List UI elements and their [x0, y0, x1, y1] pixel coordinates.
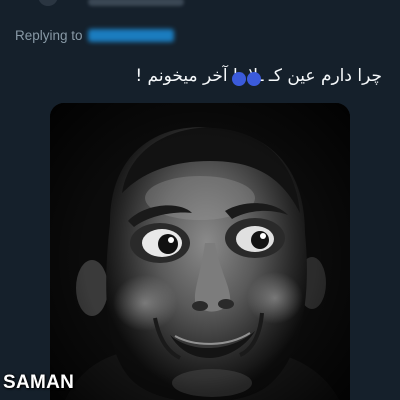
- tweet-text: چرا دارم عین کـ ـلا تا آخر میخونم !: [135, 66, 382, 86]
- tweet-media-image[interactable]: [50, 103, 350, 400]
- mention-link-blurred[interactable]: [87, 28, 174, 42]
- meme-face-image: [50, 103, 350, 400]
- tweet-screen: Replying to چرا دارم عین کـ ـلا تا آخر م…: [0, 0, 400, 400]
- replying-to-line: Replying to: [15, 26, 174, 44]
- blurred-handle: [88, 0, 184, 6]
- previous-tweet-header: [0, 0, 400, 14]
- watermark-text: SAMAN: [3, 372, 75, 393]
- censor-dots: [232, 72, 264, 86]
- avatar[interactable]: [38, 0, 58, 6]
- replying-to-label: Replying to: [15, 27, 83, 43]
